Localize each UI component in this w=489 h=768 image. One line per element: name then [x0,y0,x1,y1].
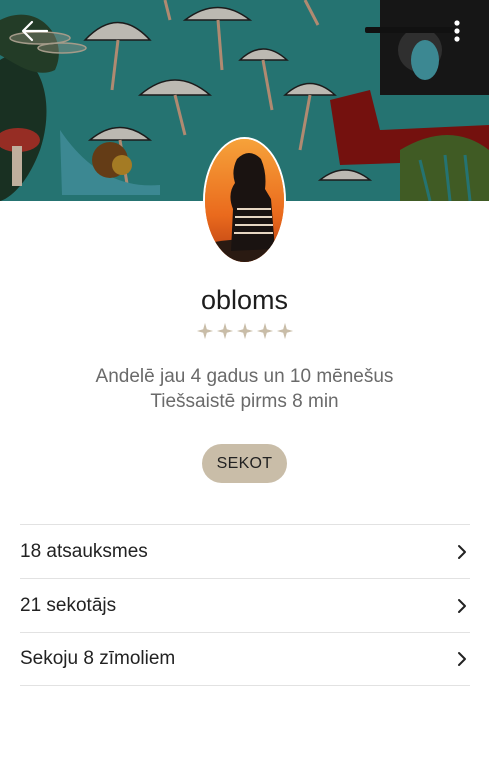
list-item-label: 18 atsauksmes [20,540,148,562]
star-icon [276,322,293,340]
list-item-label: 21 sekotājs [20,594,117,616]
more-vertical-icon [454,20,460,42]
last-online-text: Tiešsaistē pirms 8 min [150,391,339,412]
chevron-right-icon [458,598,466,613]
star-icon [236,322,253,340]
member-since-text: Andelē jau 4 gadus un 10 mēnešus [95,366,394,387]
list-item-reviews[interactable]: 18 atsauksmes [20,524,470,578]
star-icon [256,322,273,340]
profile-username: obloms [200,285,289,315]
profile-links-list: 18 atsauksmes 21 sekotājs Sekoju 8 zīmol… [20,524,470,686]
list-item-followers[interactable]: 21 sekotājs [20,578,470,632]
list-item-following-brands[interactable]: Sekoju 8 zīmoliem [20,632,470,686]
more-options-button[interactable] [449,16,465,46]
follow-button[interactable]: SEKOT [202,444,287,483]
star-icon [216,322,233,340]
star-icon [196,322,213,340]
back-button[interactable] [18,16,52,46]
chevron-right-icon [458,544,466,559]
rating-stars [0,322,489,340]
list-item-label: Sekoju 8 zīmoliem [20,648,176,669]
avatar-photo [205,139,284,262]
arrow-left-icon [21,20,49,42]
avatar [203,137,286,264]
status-bar-strip [365,27,455,33]
chevron-right-icon [458,652,466,666]
